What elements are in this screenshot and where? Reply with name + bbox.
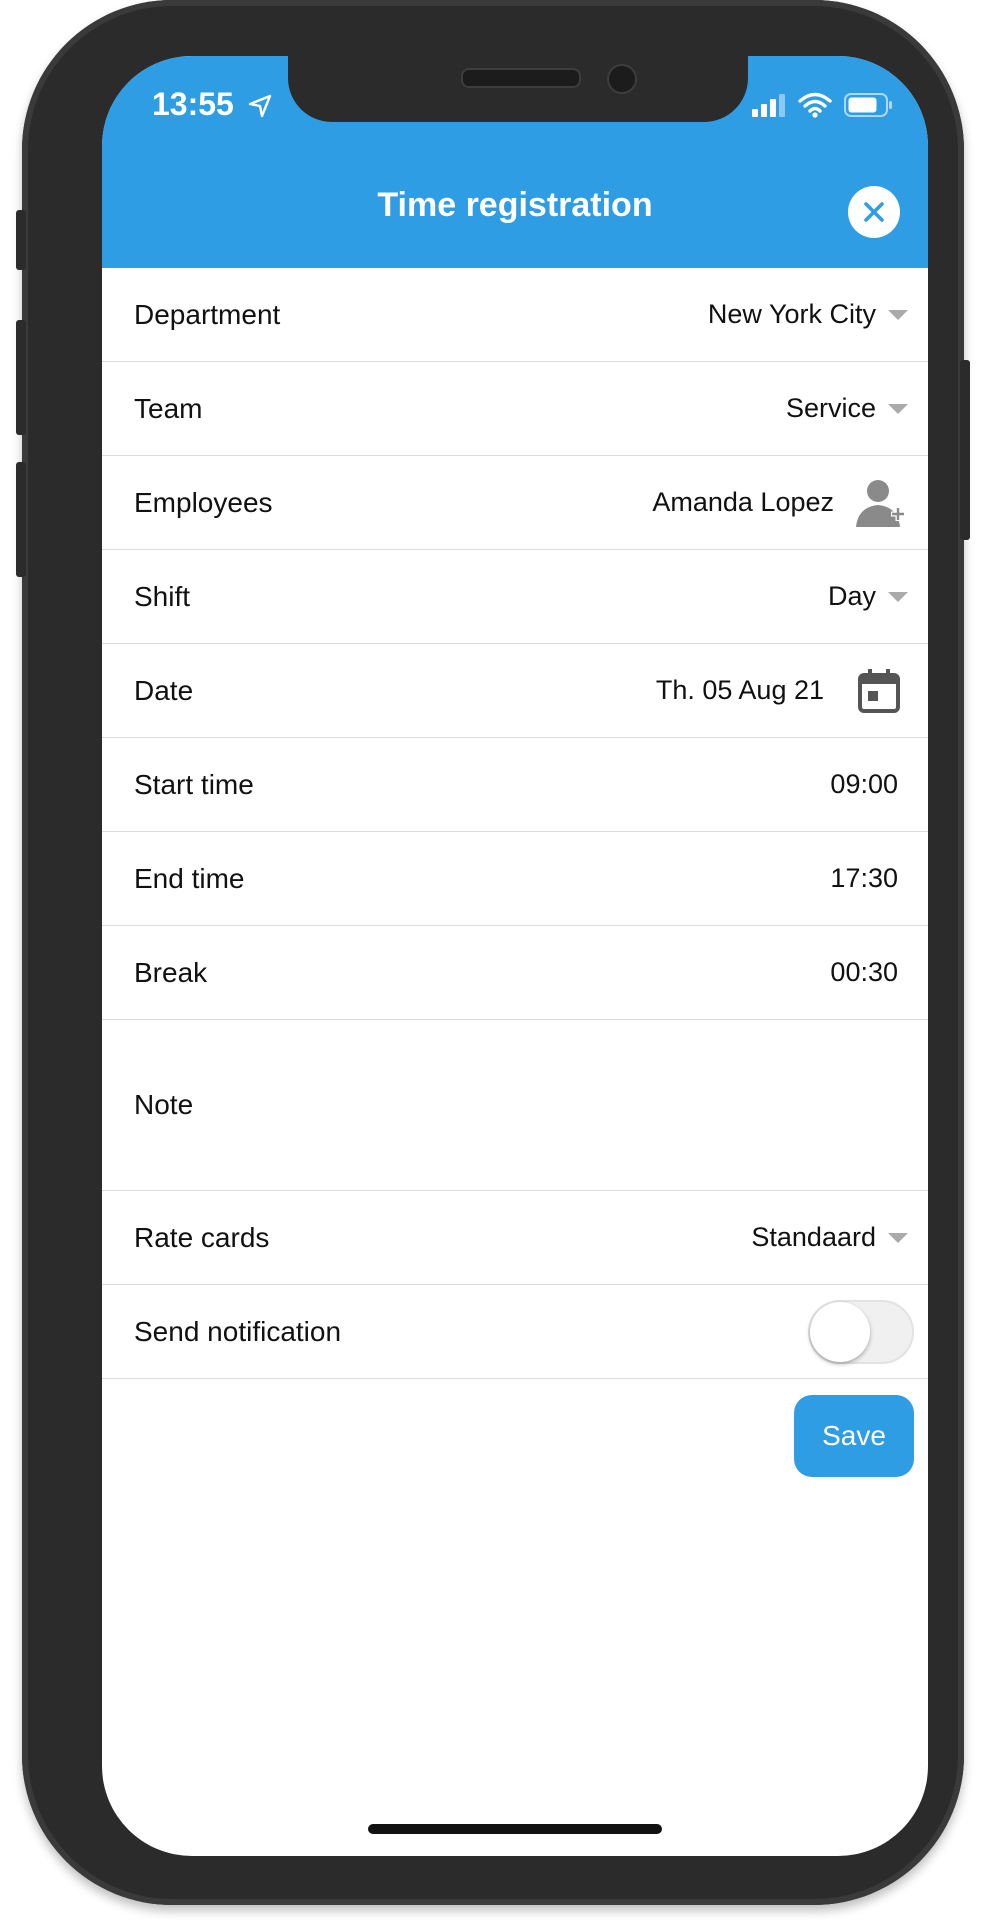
notch bbox=[288, 56, 748, 122]
front-camera bbox=[607, 64, 637, 94]
calendar-icon[interactable] bbox=[858, 668, 900, 713]
battery-icon bbox=[844, 93, 892, 117]
speaker bbox=[461, 68, 581, 88]
date-value: Th. 05 Aug 21 bbox=[655, 675, 824, 705]
status-icons bbox=[752, 92, 894, 118]
phone-frame: 13:55 Time registration Department New Y… bbox=[16, 0, 970, 1905]
employees-picker[interactable]: Amanda Lopez bbox=[652, 475, 908, 531]
caret-down-icon bbox=[888, 591, 908, 602]
status-time: 13:55 bbox=[152, 86, 234, 122]
team-row[interactable]: Team Service bbox=[102, 362, 928, 456]
volume-up-button bbox=[16, 320, 26, 435]
department-row[interactable]: Department New York City bbox=[102, 268, 928, 362]
rate-cards-select[interactable]: Standaard bbox=[751, 1222, 908, 1253]
department-label: Department bbox=[134, 298, 281, 330]
close-icon bbox=[864, 202, 884, 222]
shift-label: Shift bbox=[134, 580, 191, 612]
volume-down-button bbox=[16, 462, 26, 577]
break-row[interactable]: Break 00:30 bbox=[102, 926, 928, 1020]
start-time-label: Start time bbox=[134, 768, 254, 800]
toggle-knob bbox=[810, 1301, 870, 1362]
mute-switch bbox=[16, 210, 26, 270]
add-user-icon[interactable] bbox=[852, 475, 908, 531]
employees-label: Employees bbox=[134, 486, 273, 518]
shift-value: Day bbox=[827, 581, 876, 611]
home-indicator bbox=[368, 1824, 662, 1834]
note-row[interactable]: Note bbox=[102, 1020, 928, 1191]
send-notification-label: Send notification bbox=[134, 1315, 342, 1347]
start-time-row[interactable]: Start time 09:00 bbox=[102, 738, 928, 832]
shift-select[interactable]: Day bbox=[828, 581, 908, 612]
rate-cards-value: Standaard bbox=[751, 1222, 876, 1252]
date-row[interactable]: Date Th. 05 Aug 21 bbox=[102, 644, 928, 738]
break-value[interactable]: 00:30 bbox=[830, 957, 898, 988]
caret-down-icon bbox=[888, 403, 908, 414]
team-select[interactable]: Service bbox=[786, 393, 908, 424]
end-time-row[interactable]: End time 17:30 bbox=[102, 832, 928, 926]
rate-cards-row[interactable]: Rate cards Standaard bbox=[102, 1191, 928, 1285]
start-time-value[interactable]: 09:00 bbox=[830, 769, 898, 800]
cellular-signal-icon bbox=[752, 94, 785, 117]
rate-cards-label: Rate cards bbox=[134, 1221, 270, 1253]
wifi-icon bbox=[798, 92, 832, 118]
caret-down-icon bbox=[888, 1232, 908, 1243]
send-notification-toggle[interactable] bbox=[808, 1299, 914, 1364]
screen: 13:55 Time registration Department New Y… bbox=[102, 56, 928, 1856]
team-label: Team bbox=[134, 392, 203, 424]
send-notification-row: Send notification bbox=[102, 1285, 928, 1379]
close-button[interactable] bbox=[848, 186, 900, 238]
caret-down-icon bbox=[888, 309, 908, 320]
location-arrow-icon bbox=[248, 94, 272, 118]
date-picker[interactable]: Th. 05 Aug 21 bbox=[655, 668, 908, 713]
save-button[interactable]: Save bbox=[794, 1395, 914, 1477]
page-title: Time registration bbox=[377, 186, 653, 224]
form: Department New York City Team Service Em… bbox=[102, 268, 928, 1379]
employees-row[interactable]: Employees Amanda Lopez bbox=[102, 456, 928, 550]
note-label: Note bbox=[134, 1089, 194, 1120]
break-label: Break bbox=[134, 956, 208, 988]
team-value: Service bbox=[785, 393, 876, 423]
department-select[interactable]: New York City bbox=[708, 299, 908, 330]
power-button bbox=[960, 360, 970, 540]
employees-value: Amanda Lopez bbox=[652, 487, 834, 517]
shift-row[interactable]: Shift Day bbox=[102, 550, 928, 644]
end-time-label: End time bbox=[134, 862, 245, 894]
department-value: New York City bbox=[707, 299, 876, 329]
end-time-value[interactable]: 17:30 bbox=[830, 863, 898, 894]
date-label: Date bbox=[134, 674, 194, 706]
